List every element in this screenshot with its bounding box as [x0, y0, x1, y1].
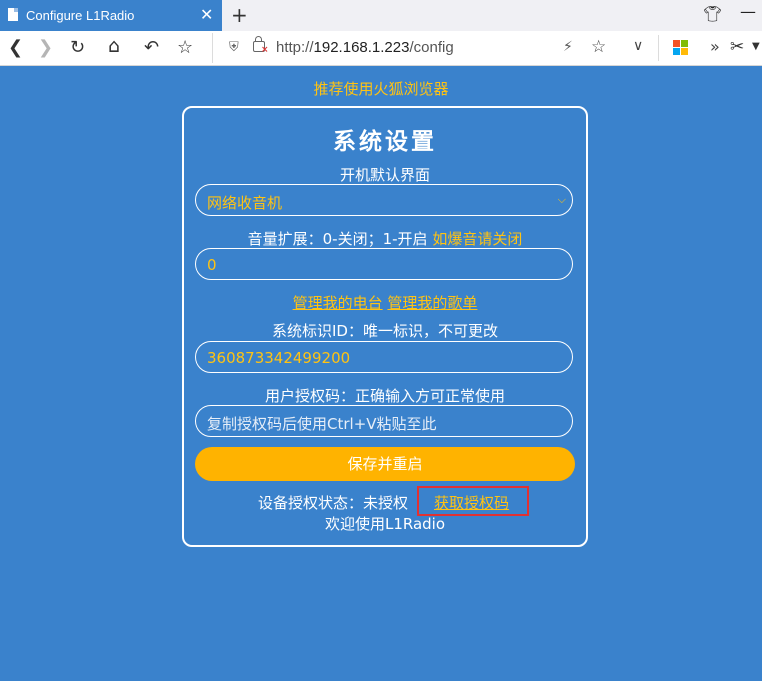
reload-icon[interactable]: ↻ [70, 37, 85, 58]
chevron-down-icon: ⌵ [557, 193, 566, 206]
tab-active[interactable]: Configure L1Radio ✕ [0, 0, 222, 31]
volume-input[interactable]: 0 [195, 248, 573, 280]
auth-code-input[interactable]: 复制授权码后使用Ctrl+V粘贴至此 [195, 405, 573, 437]
shirt-icon[interactable]: 👕︎ [703, 5, 722, 23]
system-id-input[interactable]: 360873342499200 [195, 341, 573, 373]
home-icon[interactable]: ⌂ [108, 35, 120, 57]
ms-apps-icon[interactable] [673, 40, 689, 56]
chevron-down-icon[interactable]: ▼ [752, 41, 760, 52]
volume-input-value: 0 [207, 256, 217, 274]
bolt-icon[interactable]: ⚡︎ [563, 39, 573, 55]
scissors-icon[interactable]: ✂ [730, 37, 744, 57]
manage-playlist-link[interactable]: 管理我的歌单 [387, 294, 477, 312]
plus-icon[interactable]: + [231, 3, 248, 27]
volume-label-text: 音量扩展：0-关闭；1-开启 [247, 230, 433, 248]
auth-code-label: 用户授权码：正确输入方可正常使用 [264, 387, 505, 405]
startup-select[interactable]: 网络收音机 ⌵ [195, 184, 573, 216]
page-icon [8, 8, 18, 21]
manage-stations-link[interactable]: 管理我的电台 [293, 294, 383, 312]
url-text[interactable]: http://192.168.1.223/config [276, 39, 454, 56]
startup-label: 开机默认界面 [339, 166, 430, 184]
navigation-bar: ❮ ❯ ↻ ⌂ ↶ ☆ ⛨ × http://192.168.1.223/con… [0, 31, 762, 66]
shield-icon[interactable]: ⛨ [229, 40, 239, 55]
device-status-text: 设备授权状态：未授权 [258, 494, 409, 512]
system-id-label: 系统标识ID：唯一标识，不可更改 [272, 322, 498, 340]
close-icon[interactable]: ✕ [200, 5, 213, 25]
insecure-mark: × [261, 45, 269, 55]
volume-label: 音量扩展：0-关闭；1-开启 如爆音请关闭 [184, 228, 586, 249]
system-id-value: 360873342499200 [207, 349, 351, 367]
highlight-box [417, 486, 529, 516]
auth-code-placeholder: 复制授权码后使用Ctrl+V粘贴至此 [207, 415, 437, 433]
manage-links: 管理我的电台 管理我的歌单 [184, 292, 586, 313]
undo-icon[interactable]: ↶ [144, 37, 159, 58]
tab-title: Configure L1Radio [26, 8, 135, 23]
chevron-down-icon[interactable]: ∨ [633, 38, 643, 54]
recommend-firefox-text: 推荐使用火狐浏览器 [313, 80, 449, 98]
minimize-icon[interactable]: — [740, 2, 756, 21]
save-restart-button[interactable]: 保存并重启 [195, 447, 575, 481]
overflow-icon[interactable]: » [710, 37, 720, 56]
welcome-text: 欢迎使用L1Radio [324, 515, 446, 533]
page-title: 系统设置 [333, 129, 437, 155]
toolbar-divider [658, 35, 659, 61]
url-host: 192.168.1.223 [313, 39, 410, 56]
startup-select-value: 网络收音机 [207, 194, 283, 212]
url-path: /config [409, 39, 454, 56]
back-arrow-icon[interactable]: ❮ [8, 37, 23, 58]
star-icon[interactable]: ☆ [177, 37, 193, 58]
volume-warning-text: 如爆音请关闭 [432, 230, 523, 248]
bookmark-star-icon[interactable]: ☆ [591, 37, 606, 57]
tab-bar: Configure L1Radio ✕ + 👕︎ — [0, 0, 762, 31]
settings-card: 系统设置 开机默认界面 网络收音机 ⌵ 音量扩展：0-关闭；1-开启 如爆音请关… [182, 106, 588, 547]
forward-arrow-icon[interactable]: ❯ [38, 37, 53, 58]
url-scheme: http:// [276, 39, 314, 56]
